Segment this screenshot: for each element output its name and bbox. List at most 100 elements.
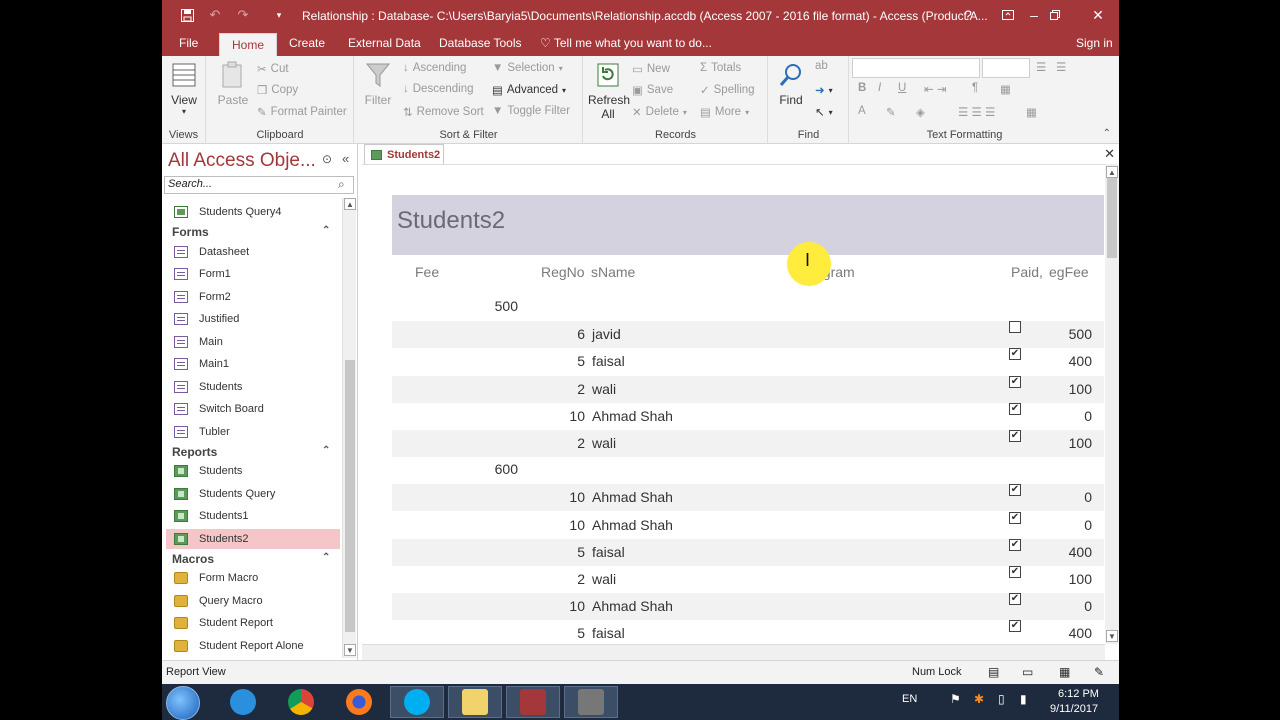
nav-item-students-form[interactable]: Students (166, 377, 340, 397)
ie-taskbar-button[interactable] (216, 686, 270, 718)
cut-button[interactable]: ✂ Cut (257, 62, 289, 76)
document-tab-students2[interactable]: Students2 (364, 144, 444, 164)
nav-item-justified[interactable]: Justified (166, 309, 340, 329)
tab-external-data[interactable]: External Data (348, 36, 421, 50)
font-color-button[interactable]: A (858, 105, 866, 117)
fill-color-icon[interactable]: ◈ (916, 105, 925, 119)
nav-item-students-query4[interactable]: Students Query4 (166, 202, 340, 222)
language-indicator[interactable]: EN (902, 693, 917, 705)
tab-home[interactable]: Home (219, 33, 278, 56)
align-icons[interactable]: ☰ ☰ ☰ (958, 105, 995, 119)
descending-button[interactable]: ↓ Descending (403, 83, 473, 95)
close-icon[interactable]: ✕ (1078, 0, 1118, 30)
chrome-taskbar-button[interactable] (274, 686, 328, 718)
grid-icon[interactable]: ▦ (1000, 82, 1011, 96)
shutter-icon[interactable]: « (342, 151, 349, 166)
font-size-combo[interactable] (982, 58, 1030, 78)
save-icon[interactable] (178, 6, 196, 24)
close-document-icon[interactable]: ✕ (1104, 146, 1115, 162)
remove-sort-button[interactable]: ⇅ Remove Sort (403, 105, 484, 119)
windows-start-icon[interactable] (166, 686, 200, 720)
italic-button[interactable]: I (878, 82, 881, 94)
access-taskbar-button[interactable] (506, 686, 560, 718)
search-icon[interactable]: ⌕ (338, 177, 345, 192)
underline-button[interactable]: U (898, 82, 906, 94)
scroll-up-icon[interactable]: ▲ (344, 198, 356, 210)
nav-search-input[interactable]: Search... (164, 176, 354, 194)
battery-icon[interactable]: ▯ (998, 692, 1005, 706)
nav-item-form1[interactable]: Form1 (166, 264, 340, 284)
ascending-button[interactable]: ↓ Ascending (403, 62, 466, 74)
highlight-icon[interactable]: ✎ (886, 105, 896, 119)
nav-item-student-report-alone[interactable]: Student Report Alone (166, 636, 340, 656)
firefox-taskbar-button[interactable] (332, 686, 386, 718)
indent-icons[interactable]: ⇤ ⇥ (924, 82, 946, 96)
nav-item-query-macro[interactable]: Query Macro (166, 591, 340, 611)
scroll-up-icon[interactable]: ▲ (1106, 166, 1118, 178)
report-horizontal-scrollbar[interactable] (362, 644, 1105, 660)
save-record-button[interactable]: ▣ Save (632, 83, 673, 97)
flag-icon[interactable]: ⚑ (950, 692, 961, 706)
paragraph-icon[interactable]: ¶ (972, 82, 978, 94)
view-button[interactable]: View ▾ (168, 60, 200, 116)
nav-item-form-macro[interactable]: Form Macro (166, 568, 340, 588)
clock-time[interactable]: 6:12 PM (1058, 688, 1099, 700)
nav-category-macros[interactable]: Macros ⌃ (172, 552, 330, 566)
nav-item-main[interactable]: Main (166, 332, 340, 352)
nav-category-reports[interactable]: Reports ⌃ (172, 445, 330, 459)
nav-item-student-report-macro[interactable]: Student Report (166, 613, 340, 633)
numbering-icon[interactable]: ☰ (1056, 60, 1066, 74)
tab-file[interactable]: File (179, 36, 198, 50)
clock-date[interactable]: 9/11/2017 (1050, 703, 1098, 715)
font-name-combo[interactable] (852, 58, 980, 78)
nav-scrollbar[interactable]: ▲ ▼ (342, 198, 356, 658)
layout-view-icon[interactable]: ▦ (1059, 665, 1070, 679)
undo-icon[interactable]: ↶ (206, 6, 224, 24)
nav-item-main1[interactable]: Main1 (166, 354, 340, 374)
nav-item-tubler[interactable]: Tubler (166, 422, 340, 442)
toggle-filter-button[interactable]: ▼ Toggle Filter (492, 105, 570, 117)
format-painter-button[interactable]: ✎ Format Painter (257, 105, 347, 119)
replace-button[interactable]: ab (815, 60, 828, 72)
more-button[interactable]: ▤ More ▾ (700, 105, 749, 119)
paste-button[interactable]: Paste (215, 60, 251, 107)
alt-row-icon[interactable]: ▦ (1026, 105, 1037, 119)
report-view-icon[interactable]: ▤ (988, 665, 999, 679)
collapse-ribbon-icon[interactable]: ⌃ (1103, 128, 1111, 139)
customize-toolbar-icon[interactable]: ▾ (270, 6, 288, 24)
app-tray-icon[interactable]: ✱ (974, 692, 984, 706)
selection-button[interactable]: ▼ Selection ▾ (492, 62, 563, 74)
bullets-icon[interactable]: ☰ (1036, 60, 1046, 74)
report-vertical-scrollbar[interactable]: ▲ ▼ (1105, 164, 1119, 644)
goto-button[interactable]: ➜ ▾ (815, 83, 833, 97)
refresh-all-button[interactable]: Refresh All (588, 60, 630, 121)
advanced-button[interactable]: ▤ Advanced ▾ (492, 83, 566, 97)
design-view-icon[interactable]: ✎ (1094, 665, 1104, 679)
explorer-taskbar-button[interactable] (448, 686, 502, 718)
nav-menu-icon[interactable]: ⊙ (322, 152, 332, 166)
recorder-taskbar-button[interactable] (564, 686, 618, 718)
tab-database-tools[interactable]: Database Tools (439, 36, 522, 50)
bold-button[interactable]: B (858, 82, 866, 94)
nav-scroll-thumb[interactable] (345, 360, 355, 632)
nav-item-datasheet[interactable]: Datasheet (166, 242, 340, 262)
tab-create[interactable]: Create (289, 36, 325, 50)
spelling-button[interactable]: ✓ Spelling (700, 83, 755, 97)
nav-item-students1[interactable]: Students1 (166, 506, 340, 526)
nav-pane-title[interactable]: All Access Obje... (168, 150, 316, 172)
skype-taskbar-button[interactable] (390, 686, 444, 718)
restore-icon[interactable] (1035, 0, 1075, 30)
find-button[interactable]: Find (773, 60, 809, 107)
copy-button[interactable]: ❐ Copy (257, 83, 298, 97)
nav-category-forms[interactable]: Forms ⌃ (172, 225, 330, 239)
tell-me-search[interactable]: ♡ Tell me what you want to do... (540, 36, 712, 50)
nav-item-students-report[interactable]: Students (166, 461, 340, 481)
report-scroll-thumb[interactable] (1107, 178, 1117, 258)
nav-item-students-query-report[interactable]: Students Query (166, 484, 340, 504)
totals-button[interactable]: Σ Totals (700, 62, 741, 74)
delete-record-button[interactable]: ✕ Delete ▾ (632, 105, 687, 119)
scroll-down-icon[interactable]: ▼ (344, 644, 356, 656)
help-button[interactable]: ? (948, 0, 988, 30)
network-icon[interactable]: ▮ (1020, 692, 1027, 706)
scroll-down-icon[interactable]: ▼ (1106, 630, 1118, 642)
